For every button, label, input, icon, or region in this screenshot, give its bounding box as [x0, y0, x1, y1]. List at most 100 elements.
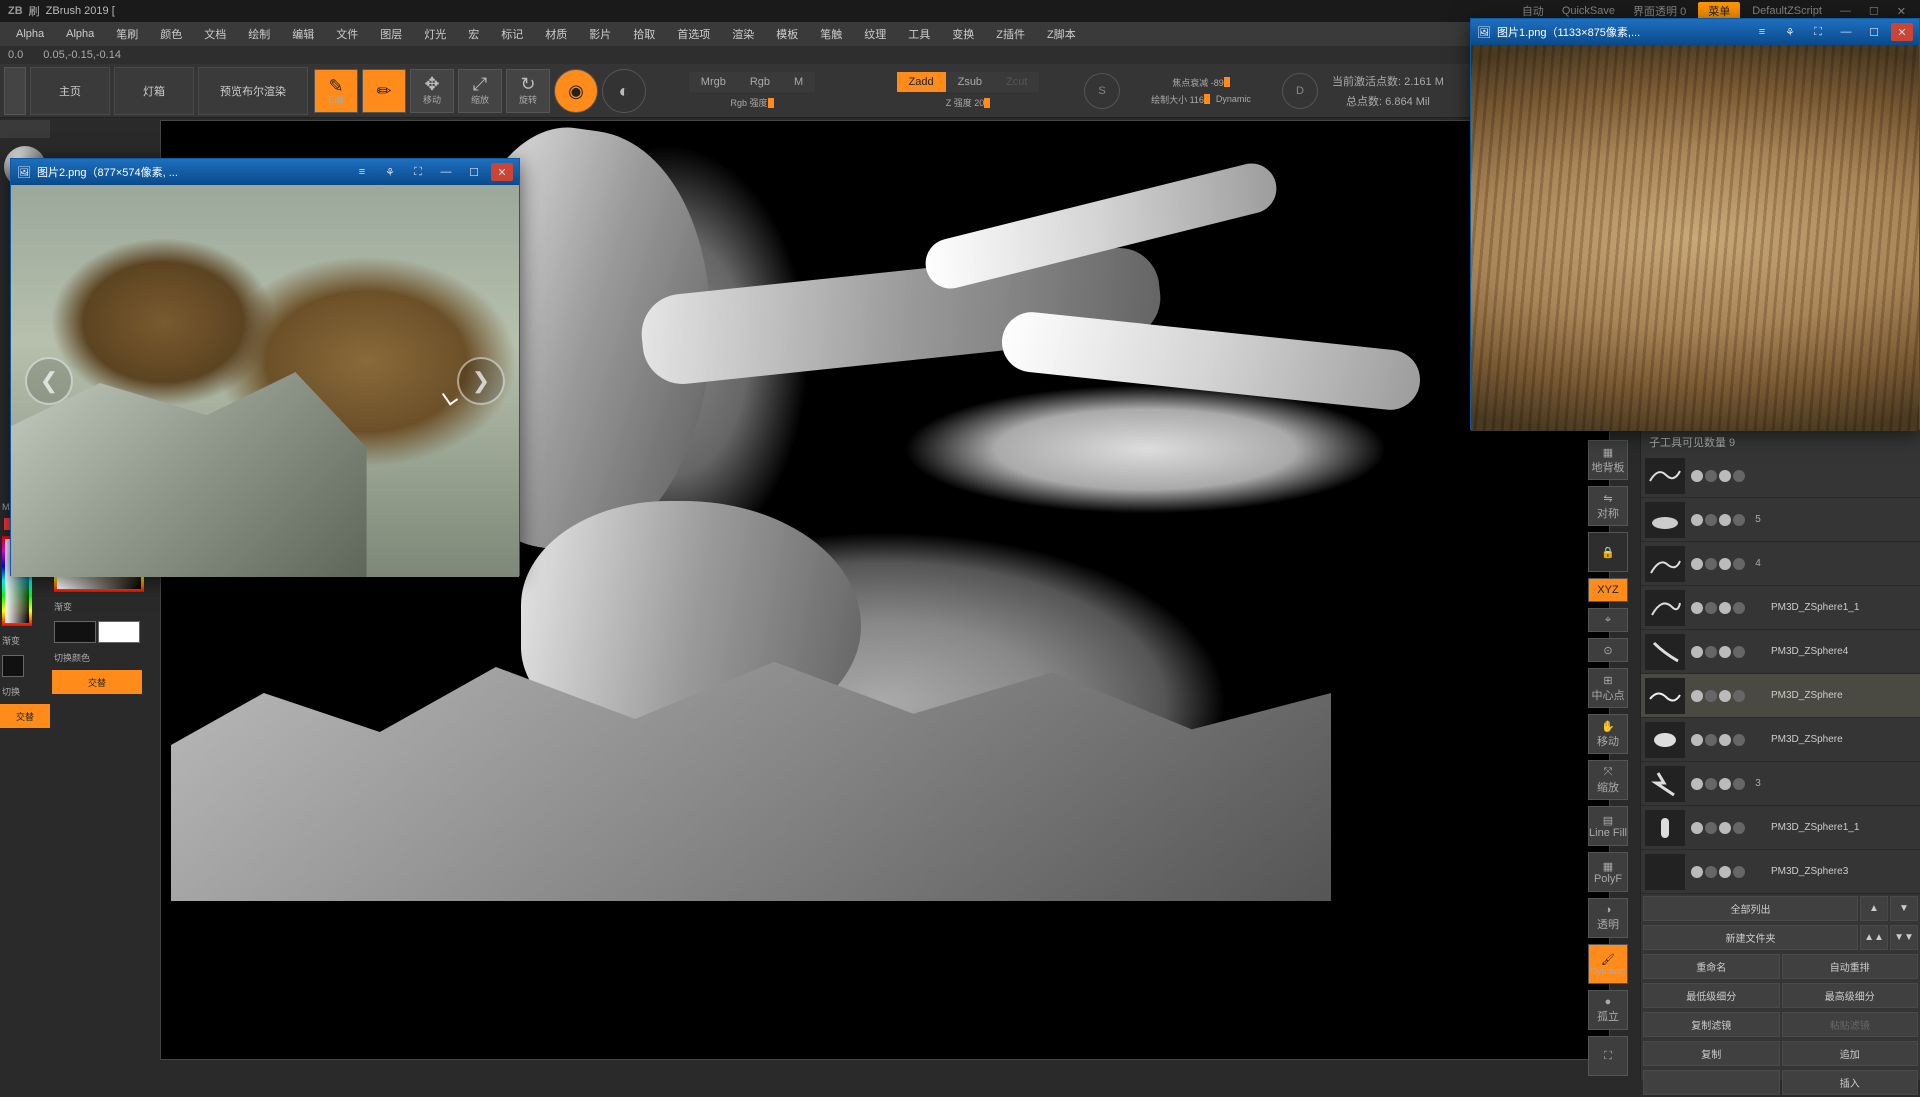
duplicate-button[interactable]: 复制 — [1643, 1041, 1780, 1066]
zoom-actual-button[interactable]: ⊙ — [1588, 638, 1628, 662]
menu-edit[interactable]: 编辑 — [282, 24, 324, 44]
imgwin1-min-icon[interactable]: — — [435, 163, 457, 181]
win-close-icon[interactable]: ✕ — [1891, 5, 1912, 18]
list-all-button[interactable]: 全部列出 — [1643, 896, 1858, 921]
linefill-button[interactable]: ▤Line Fill — [1588, 806, 1628, 846]
tab-home[interactable]: 主页 — [30, 67, 110, 115]
imgwin2-body[interactable] — [1471, 45, 1919, 431]
lowest-subdiv-button[interactable]: 最低级细分 — [1643, 983, 1780, 1008]
quicksave-button[interactable]: QuickSave — [1556, 5, 1621, 17]
subtool-row[interactable]: PM3D_ZSphere — [1641, 718, 1920, 762]
imgwin2-full-icon[interactable]: ⛶ — [1807, 23, 1829, 41]
menu-alpha2[interactable]: Alpha — [56, 26, 104, 42]
imgwin1-body[interactable]: ❮ ❯ — [11, 185, 519, 577]
subtool-row[interactable]: PM3D_ZSphere1_1 — [1641, 806, 1920, 850]
imgwin2-min-icon[interactable]: — — [1835, 23, 1857, 41]
imgwin2-titlebar[interactable]: 🖼 图片1.png（1133×875像素,... ≡ ⚘ ⛶ — ☐ ✕ — [1471, 19, 1919, 45]
scale-mode-button[interactable]: ⤢缩放 — [458, 69, 502, 113]
menu-brush[interactable]: 笔刷 — [106, 24, 148, 44]
copy-filter-button[interactable]: 复制滤镜 — [1643, 1012, 1780, 1037]
floor-button[interactable]: ▦地背板 — [1588, 440, 1628, 480]
imgwin1-titlebar[interactable]: 🖼 图片2.png（877×574像素, ... ≡ ⚘ ⛶ — ☐ ✕ — [11, 159, 519, 185]
menu-draw[interactable]: 绘制 — [238, 24, 280, 44]
menu-layer[interactable]: 图层 — [370, 24, 412, 44]
next-image-button[interactable]: ❯ — [457, 357, 505, 405]
new-folder-button[interactable]: 新建文件夹 — [1643, 925, 1858, 950]
menu-material[interactable]: 材质 — [535, 24, 577, 44]
imgwin1-full-icon[interactable]: ⛶ — [407, 163, 429, 181]
menu-zplugin[interactable]: Z插件 — [986, 24, 1035, 44]
move-bottom-button[interactable]: ▼▼ — [1890, 925, 1918, 950]
sculptris-button[interactable]: ◐ — [602, 69, 646, 113]
win-min-icon[interactable]: — — [1834, 5, 1857, 17]
menu-movie[interactable]: 影片 — [579, 24, 621, 44]
m-toggle[interactable]: M — [782, 72, 815, 92]
edit-mode-button[interactable]: ✎Edit — [314, 69, 358, 113]
zoom-fit-button[interactable]: ⌖ — [1588, 608, 1628, 632]
scale-view-button[interactable]: ⤧缩放 — [1588, 760, 1628, 800]
move-up-button[interactable]: ▲ — [1860, 896, 1888, 921]
zcut-toggle[interactable]: Zcut — [994, 72, 1039, 92]
imgwin2-max-icon[interactable]: ☐ — [1863, 23, 1885, 41]
swatch-black-2[interactable] — [54, 621, 96, 643]
imgwin1-pin-icon[interactable]: ⚘ — [379, 163, 401, 181]
move-top-button[interactable]: ▲▲ — [1860, 925, 1888, 950]
highest-subdiv-button[interactable]: 最高级细分 — [1782, 983, 1919, 1008]
mrgb-toggle[interactable]: Mrgb — [689, 72, 738, 92]
menu-alpha[interactable]: Alpha — [6, 26, 54, 42]
menu-zscript[interactable]: Z脚本 — [1037, 24, 1086, 44]
rename-button[interactable]: 重命名 — [1643, 954, 1780, 979]
imgwin1-max-icon[interactable]: ☐ — [463, 163, 485, 181]
lock-button[interactable]: 🔒 — [1588, 532, 1628, 572]
subtool-row[interactable]: PM3D_ZSphere3 — [1641, 850, 1920, 894]
zadd-toggle[interactable]: Zadd — [897, 72, 946, 92]
transparency-button[interactable]: ◑透明 — [1588, 898, 1628, 938]
tab-lightbox[interactable]: 灯箱 — [114, 67, 194, 115]
menu-picker[interactable]: 拾取 — [623, 24, 665, 44]
imgwin1-close-icon[interactable]: ✕ — [491, 163, 513, 181]
draw-mode-button[interactable]: ✏ — [362, 69, 406, 113]
menu-prefs[interactable]: 首选项 — [667, 24, 720, 44]
rotate-mode-button[interactable]: ↻旋转 — [506, 69, 550, 113]
prev-image-button[interactable]: ❮ — [25, 357, 73, 405]
menu-stencil[interactable]: 模板 — [766, 24, 808, 44]
subtool-row[interactable] — [1641, 454, 1920, 498]
append-button[interactable]: 追加 — [1782, 1041, 1919, 1066]
default-script[interactable]: DefaultZScript — [1746, 5, 1828, 17]
pan-button[interactable]: ✋移动 — [1588, 714, 1628, 754]
center-button[interactable]: ⊞中心点 — [1588, 668, 1628, 708]
subtool-row[interactable]: 3 — [1641, 762, 1920, 806]
subtool-row-selected[interactable]: PM3D_ZSphere — [1641, 674, 1920, 718]
menu-color[interactable]: 颜色 — [150, 24, 192, 44]
menu-document[interactable]: 文档 — [194, 24, 236, 44]
auto-reorder-button[interactable]: 自动重排 — [1782, 954, 1919, 979]
symmetry-button[interactable]: ⇋对称 — [1588, 486, 1628, 526]
move-down-button[interactable]: ▼ — [1890, 896, 1918, 921]
menu-render[interactable]: 渲染 — [722, 24, 764, 44]
move-mode-button[interactable]: ✥移动 — [410, 69, 454, 113]
image-window-2[interactable]: 🖼 图片1.png（1133×875像素,... ≡ ⚘ ⛶ — ☐ ✕ — [1470, 18, 1920, 430]
solo-dynamic-button[interactable]: 🖌Dynamic — [1588, 944, 1628, 984]
tab-preview-bool[interactable]: 预览布尔渲染 — [198, 67, 308, 115]
subtool-row[interactable]: PM3D_ZSphere4 — [1641, 630, 1920, 674]
imgwin2-pin-icon[interactable]: ⚘ — [1779, 23, 1801, 41]
insert-button[interactable]: 插入 — [1782, 1070, 1919, 1095]
imgwin2-menu-icon[interactable]: ≡ — [1751, 23, 1773, 41]
rgb-toggle[interactable]: Rgb — [738, 72, 782, 92]
subtool-row[interactable]: 5 — [1641, 498, 1920, 542]
menu-file[interactable]: 文件 — [326, 24, 368, 44]
left-slot-1[interactable] — [0, 120, 50, 138]
zsub-toggle[interactable]: Zsub — [946, 72, 994, 92]
subtool-row[interactable]: PM3D_ZSphere1_1 — [1641, 586, 1920, 630]
frame-button[interactable]: ⛶ — [1588, 1036, 1628, 1076]
s-curve-icon[interactable]: S — [1084, 73, 1120, 109]
menu-stroke[interactable]: 笔触 — [810, 24, 852, 44]
subtool-row[interactable]: 4 — [1641, 542, 1920, 586]
imgwin1-menu-icon[interactable]: ≡ — [351, 163, 373, 181]
ui-opacity[interactable]: 界面透明 0 — [1627, 3, 1692, 19]
win-max-icon[interactable]: ☐ — [1863, 5, 1885, 18]
polyframe-button[interactable]: ▦PolyF — [1588, 852, 1628, 892]
dynamic-label[interactable]: Dynamic — [1216, 94, 1251, 104]
imgwin2-close-icon[interactable]: ✕ — [1891, 23, 1913, 41]
alt-button-2[interactable]: 交替 — [52, 670, 142, 694]
